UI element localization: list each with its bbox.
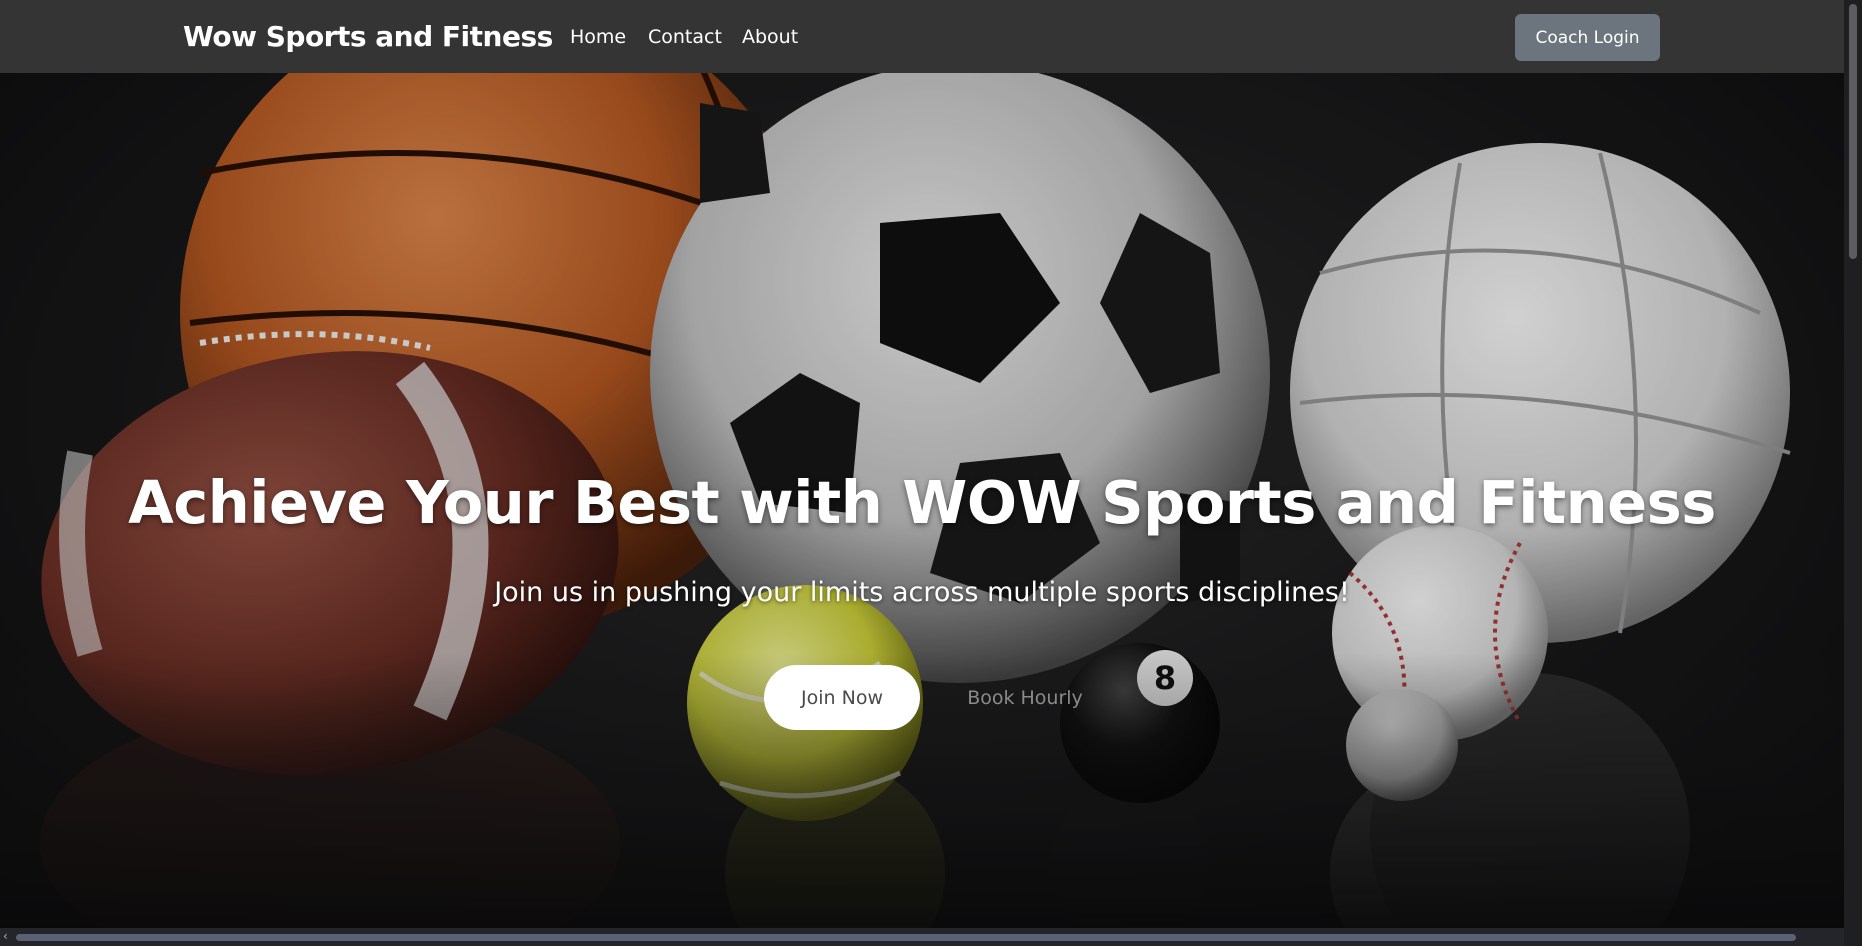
nav-link-about[interactable]: About bbox=[742, 26, 798, 48]
horizontal-scrollbar[interactable]: ‹ bbox=[0, 928, 1844, 946]
hero-section: 8 Achieve Your Best with WOW Sports and … bbox=[0, 73, 1844, 928]
book-hourly-button[interactable]: Book Hourly bbox=[940, 665, 1110, 730]
horizontal-scrollbar-thumb[interactable] bbox=[16, 934, 1796, 941]
vertical-scrollbar[interactable] bbox=[1844, 0, 1862, 928]
scroll-left-arrow-icon[interactable]: ‹ bbox=[3, 929, 8, 943]
top-navbar: Wow Sports and Fitness Home Contact Abou… bbox=[0, 0, 1844, 73]
nav-link-home[interactable]: Home bbox=[570, 26, 626, 48]
coach-login-button[interactable]: Coach Login bbox=[1515, 14, 1660, 61]
brand-logo[interactable]: Wow Sports and Fitness bbox=[183, 20, 553, 53]
nav-link-contact[interactable]: Contact bbox=[648, 26, 722, 48]
scrollbar-corner bbox=[1844, 928, 1862, 946]
hero-subtitle: Join us in pushing your limits across mu… bbox=[494, 577, 1350, 608]
browser-viewport: Wow Sports and Fitness Home Contact Abou… bbox=[0, 0, 1844, 928]
vertical-scrollbar-thumb[interactable] bbox=[1849, 4, 1857, 259]
join-now-button[interactable]: Join Now bbox=[764, 665, 920, 730]
hero-title: Achieve Your Best with WOW Sports and Fi… bbox=[128, 468, 1716, 537]
